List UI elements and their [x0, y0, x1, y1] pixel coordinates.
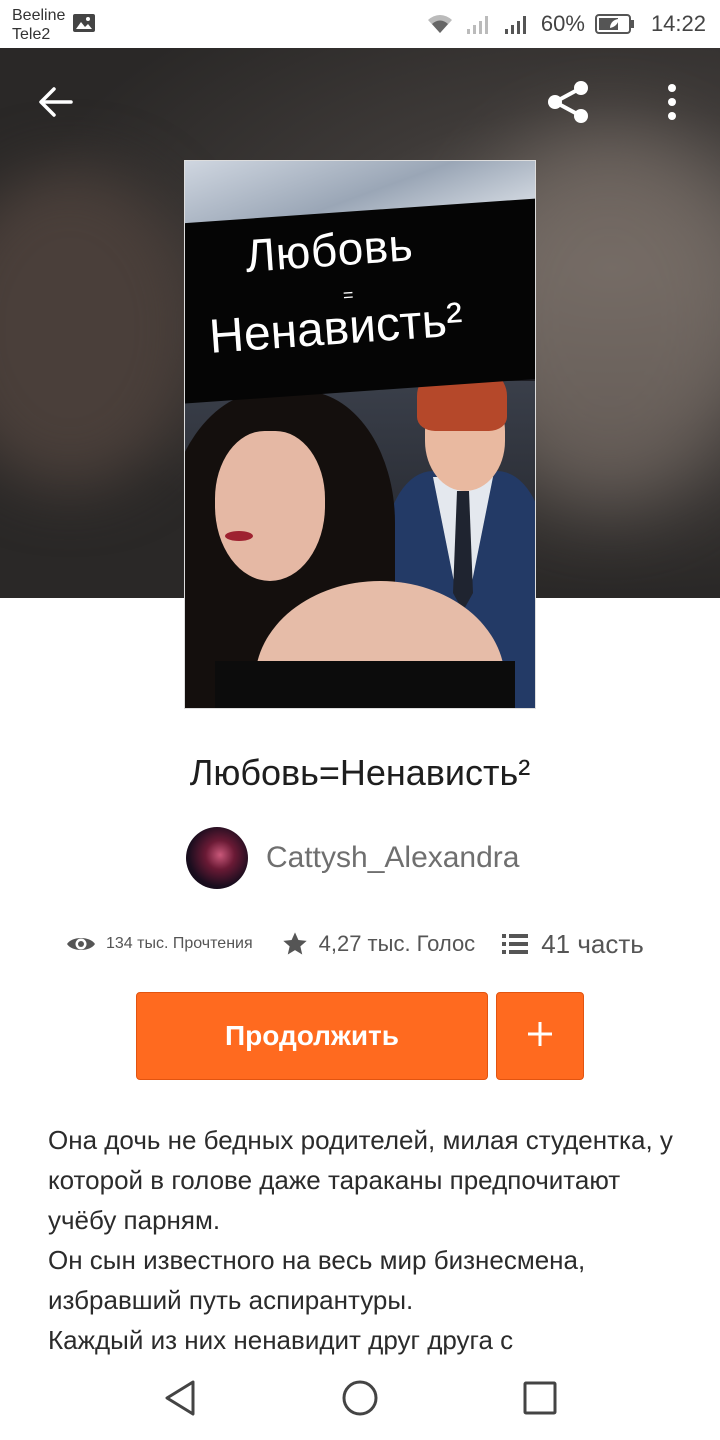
reads-count: 134 тыс. Прочтения [106, 935, 253, 952]
votes-stat: 4,27 тыс. Голос [281, 930, 502, 958]
more-options-button[interactable] [644, 76, 700, 132]
list-icon [501, 932, 529, 956]
carrier-2: Tele2 [12, 26, 51, 43]
avatar[interactable] [186, 827, 248, 889]
author-name[interactable]: Cattysh_Alexandra [266, 841, 519, 875]
clock: 14:22 [650, 11, 706, 36]
more-vert-icon [666, 82, 678, 127]
status-indicators: 60% 14:22 [425, 10, 706, 38]
nav-back-button[interactable] [156, 1376, 204, 1424]
eye-icon [66, 934, 96, 954]
book-description: Она дочь не бедных родителей, милая студ… [48, 1120, 678, 1362]
nav-back-icon [162, 1379, 198, 1422]
gallery-icon [72, 13, 96, 33]
nav-home-icon [340, 1378, 380, 1423]
author-link[interactable]: Cattysh_Alexandra [186, 826, 519, 890]
parts-count[interactable]: 41 часть [541, 929, 644, 960]
battery-icon [594, 13, 635, 35]
share-button[interactable] [540, 76, 596, 132]
battery-percent: 60% [540, 11, 585, 36]
wifi-icon [425, 13, 455, 35]
parts-stat[interactable]: 41 часть [501, 929, 644, 960]
votes-count: 4,27 тыс. Голос [318, 931, 476, 956]
system-nav-bar [0, 1360, 720, 1440]
back-arrow-icon [38, 86, 74, 123]
description-paragraph: Каждый из них ненавидит друг друга с [48, 1325, 514, 1355]
reads-stat: 134 тыс. Прочтения [66, 934, 281, 954]
description-paragraph: Она дочь не бедных родителей, милая студ… [48, 1125, 673, 1235]
signal-icon [465, 13, 493, 35]
star-icon [281, 930, 309, 958]
backdrop-blur-shape [0, 168, 200, 488]
carrier-1: Beeline [12, 7, 66, 24]
add-to-library-button[interactable] [496, 992, 584, 1080]
signal-icon [503, 13, 531, 35]
book-stats: 134 тыс. Прочтения 4,27 тыс. Голос 41 ча… [66, 924, 644, 964]
status-bar: Beeline Tele2 60% 14:22 [0, 0, 720, 48]
continue-reading-button[interactable]: Продолжить [136, 992, 488, 1080]
description-paragraph: Он сын известного на весь мир бизнесмена… [48, 1245, 586, 1315]
share-icon [543, 77, 593, 132]
book-cover[interactable]: Любовь = Ненависть² [184, 160, 536, 709]
back-button[interactable] [28, 76, 84, 132]
carrier-names: Beeline Tele2 [12, 6, 65, 44]
plus-icon [526, 1020, 554, 1053]
nav-recents-button[interactable] [516, 1376, 564, 1424]
book-title: Любовь=Ненависть² [189, 752, 531, 793]
nav-home-button[interactable] [336, 1376, 384, 1424]
nav-recents-icon [522, 1380, 558, 1421]
